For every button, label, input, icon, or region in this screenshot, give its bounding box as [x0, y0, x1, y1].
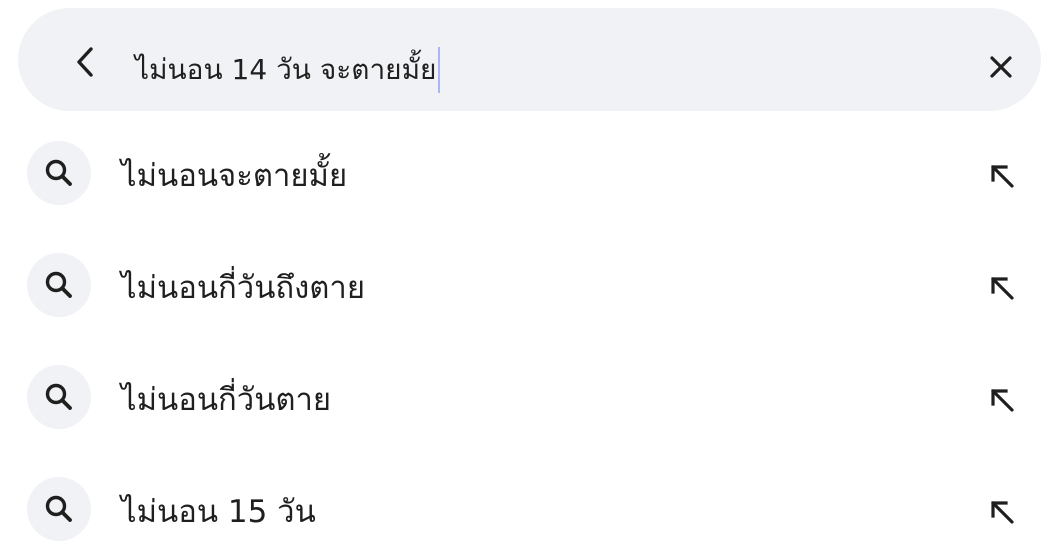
arrow-up-left-icon: [991, 389, 1014, 412]
suggestion-item[interactable]: ไม่นอนจะตายมั้ย: [0, 116, 1063, 228]
suggestion-icon-circle: [27, 365, 91, 429]
suggestion-item[interactable]: ไม่นอน 15 วัน: [0, 452, 1063, 557]
suggestion-item[interactable]: ไม่นอนกี่วันถึงตาย: [0, 228, 1063, 340]
arrow-up-left-icon: [991, 501, 1014, 524]
suggestion-list: ไม่นอนจะตายมั้ย ไม่นอนกี่วันถึงตาย ไม่นอ…: [0, 116, 1063, 557]
suggestion-icon-circle: [27, 477, 91, 541]
search-icon: [45, 383, 72, 410]
search-icon: [45, 159, 72, 186]
fill-query-button[interactable]: [980, 266, 1024, 310]
search-bar: ไม่นอน 14 วัน จะตายมั้ย: [18, 8, 1041, 111]
back-button[interactable]: [66, 42, 106, 82]
suggestion-label: ไม่นอนจะตายมั้ย: [121, 158, 348, 194]
suggestion-label: ไม่นอนกี่วันถึงตาย: [121, 270, 366, 306]
search-icon: [45, 271, 72, 298]
suggestion-label: ไม่นอนกี่วันตาย: [121, 382, 332, 418]
search-input[interactable]: ไม่นอน 14 วัน จะตายมั้ย: [135, 46, 441, 94]
fill-query-button[interactable]: [980, 490, 1024, 534]
text-cursor: [438, 47, 441, 93]
search-icon: [45, 495, 72, 522]
search-query-text: ไม่นอน 14 วัน จะตายมั้ย: [135, 53, 437, 86]
fill-query-button[interactable]: [980, 378, 1024, 422]
arrow-up-left-icon: [991, 277, 1014, 300]
search-page: ไม่นอน 14 วัน จะตายมั้ย ไม่นอนจะตายมั้ย: [0, 0, 1063, 557]
suggestion-icon-circle: [27, 253, 91, 317]
suggestion-label: ไม่นอน 15 วัน: [121, 494, 316, 530]
fill-query-button[interactable]: [980, 154, 1024, 198]
close-icon: [990, 56, 1012, 78]
chevron-left-icon: [77, 47, 93, 77]
arrow-up-left-icon: [991, 165, 1014, 188]
suggestion-icon-circle: [27, 141, 91, 205]
suggestion-item[interactable]: ไม่นอนกี่วันตาย: [0, 340, 1063, 452]
clear-button[interactable]: [980, 46, 1022, 88]
